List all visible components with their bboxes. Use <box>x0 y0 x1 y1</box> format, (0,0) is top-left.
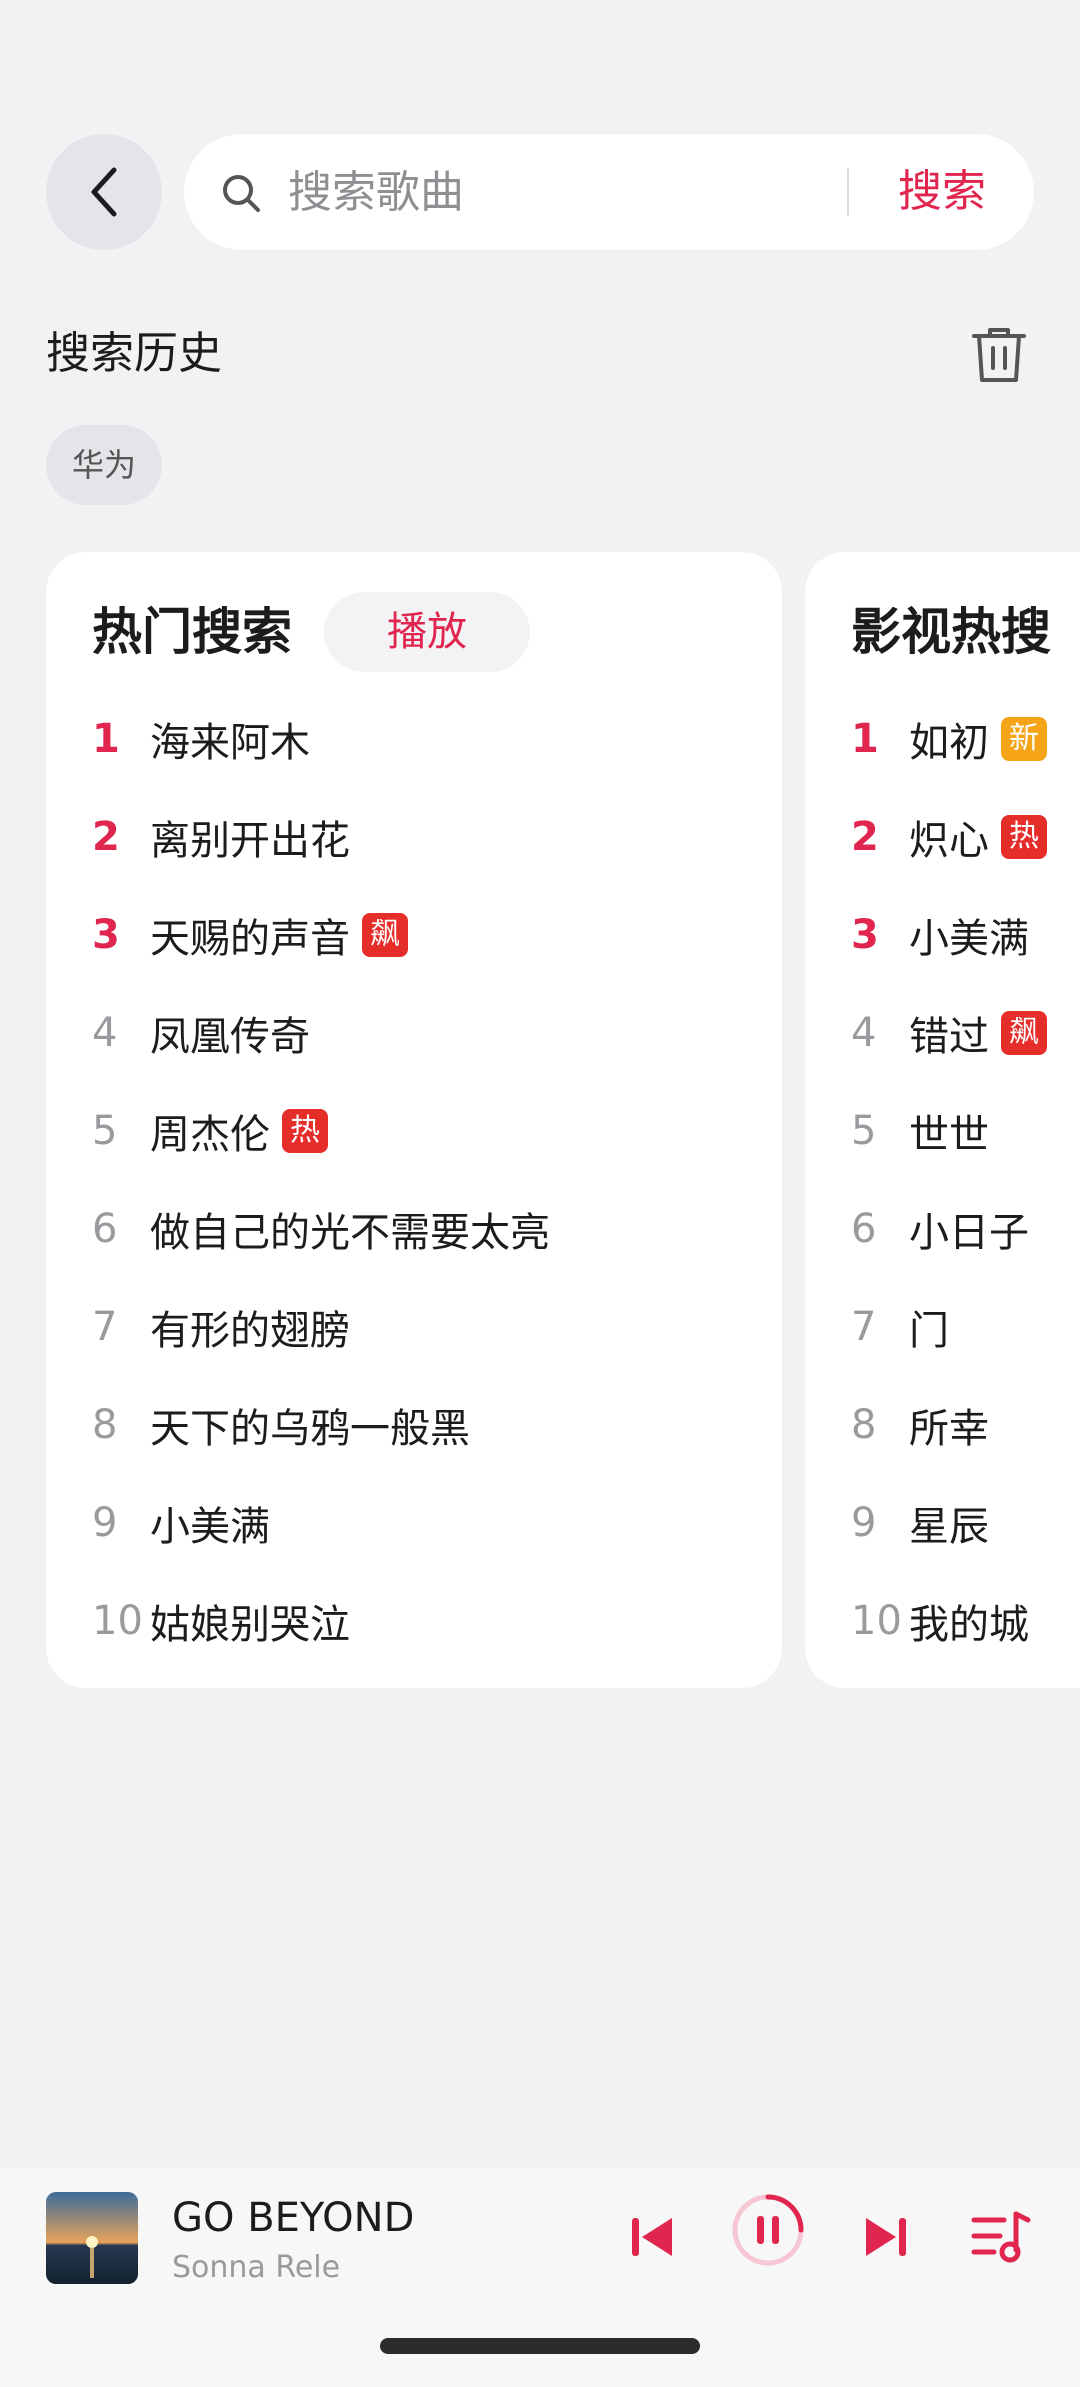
trend-badge: 热 <box>282 1109 328 1153</box>
mini-player[interactable]: GO BEYOND Sonna Rele <box>0 2168 1080 2387</box>
hot-search-row[interactable]: 7 有形的翅膀 <box>92 1278 350 1376</box>
pause-icon[interactable] <box>730 2192 806 2268</box>
song-artist: Sonna Rele <box>172 2250 341 2285</box>
hot-search-title: 天赐的声音 <box>150 916 350 962</box>
film-search-row[interactable]: 5 世世 <box>851 1082 989 1180</box>
film-search-row[interactable]: 6 小日子 <box>851 1180 1029 1278</box>
trend-badge: 新 <box>1001 717 1047 761</box>
hot-search-title: 离别开出花 <box>150 818 350 864</box>
film-search-title: 炽心 <box>909 818 989 864</box>
film-search-rank: 6 <box>851 1206 877 1252</box>
film-search-title: 错过 <box>909 1014 989 1060</box>
hot-search-rank: 5 <box>92 1108 118 1154</box>
hot-search-title: 有形的翅膀 <box>150 1308 350 1354</box>
hot-search-row[interactable]: 2 离别开出花 <box>92 788 350 886</box>
hot-search-row[interactable]: 1 海来阿木 <box>92 690 310 788</box>
search-icon <box>223 175 260 212</box>
trend-badge: 飙 <box>1001 1011 1047 1055</box>
hot-search-rank: 9 <box>92 1500 118 1546</box>
film-search-rank: 1 <box>851 716 879 762</box>
hot-search-title: 天下的乌鸦一般黑 <box>150 1406 470 1452</box>
chevron-left-icon <box>91 167 117 217</box>
film-search-title: 门 <box>909 1308 949 1354</box>
film-search-title: 所幸 <box>909 1406 989 1452</box>
film-search-title: 我的城 <box>909 1602 1029 1648</box>
film-search-rank: 10 <box>851 1598 902 1644</box>
hot-search-row[interactable]: 9 小美满 <box>92 1474 270 1572</box>
hot-search-title: 海来阿木 <box>150 720 310 766</box>
film-search-title: 影视热搜 <box>851 603 1051 661</box>
search-bar: 搜索 <box>184 134 1034 250</box>
hot-search-rank: 8 <box>92 1402 118 1448</box>
hot-search-title: 姑娘别哭泣 <box>150 1602 350 1648</box>
trend-badge: 热 <box>1001 815 1047 859</box>
search-page: 搜索 搜索历史 华为 热门搜索 播放 影视热搜 1 海来阿木 2 离别开出花 3 天赐的声… <box>0 0 1080 2387</box>
hot-search-row[interactable]: 4 凤凰传奇 <box>92 984 310 1082</box>
playlist-icon[interactable] <box>970 2208 1032 2266</box>
film-search-rank: 7 <box>851 1304 877 1350</box>
film-search-title: 星辰 <box>909 1504 989 1550</box>
film-search-row[interactable]: 3 小美满 <box>851 886 1029 984</box>
film-search-row[interactable]: 7门 <box>851 1278 949 1376</box>
film-search-rank: 3 <box>851 912 879 958</box>
hot-search-row[interactable]: 5 周杰伦热 <box>92 1082 328 1180</box>
hot-search-row[interactable]: 8 天下的乌鸦一般黑 <box>92 1376 470 1474</box>
home-indicator[interactable] <box>380 2338 700 2354</box>
song-title: GO BEYOND <box>172 2195 415 2241</box>
film-search-row[interactable]: 4 错过飙 <box>851 984 1047 1082</box>
film-search-title: 小日子 <box>909 1210 1029 1256</box>
hot-search-row[interactable]: 6 做自己的光不需要太亮 <box>92 1180 550 1278</box>
film-search-title: 世世 <box>909 1112 989 1158</box>
film-search-title: 如初 <box>909 720 989 766</box>
hot-search-row[interactable]: 3 天赐的声音飙 <box>92 886 408 984</box>
hot-search-title: 小美满 <box>150 1504 270 1550</box>
film-search-rank: 2 <box>851 814 879 860</box>
hot-search-rank: 10 <box>92 1598 143 1644</box>
search-divider <box>847 168 849 216</box>
hot-search-title: 凤凰传奇 <box>150 1014 310 1060</box>
film-search-row[interactable]: 2 炽心热 <box>851 788 1047 886</box>
hot-search-rank: 1 <box>92 716 120 762</box>
skip-previous-icon[interactable] <box>628 2212 678 2262</box>
hot-search-title: 做自己的光不需要太亮 <box>150 1210 550 1256</box>
back-button[interactable] <box>46 134 162 250</box>
film-search-row[interactable]: 8 所幸 <box>851 1376 989 1474</box>
film-search-rank: 5 <box>851 1108 877 1154</box>
hot-search-rank: 7 <box>92 1304 118 1350</box>
hot-search-rank: 3 <box>92 912 120 958</box>
trash-icon[interactable] <box>966 322 1032 388</box>
film-search-rank: 9 <box>851 1500 877 1546</box>
hot-search-title: 热门搜索 <box>92 603 292 661</box>
film-search-row[interactable]: 10 我的城 <box>851 1572 1029 1670</box>
history-chip[interactable]: 华为 <box>46 425 163 505</box>
search-submit-button[interactable]: 搜索 <box>872 162 1012 222</box>
hot-search-title: 周杰伦 <box>150 1112 270 1158</box>
film-search-rank: 4 <box>851 1010 877 1056</box>
trend-badge: 飙 <box>362 913 408 957</box>
hot-search-rank: 2 <box>92 814 120 860</box>
hot-search-row[interactable]: 10 姑娘别哭泣 <box>92 1572 350 1670</box>
film-search-rank: 8 <box>851 1402 877 1448</box>
hot-search-rank: 4 <box>92 1010 118 1056</box>
film-search-row[interactable]: 1 如初新 <box>851 690 1047 788</box>
skip-next-icon[interactable] <box>860 2212 910 2262</box>
film-search-title: 小美满 <box>909 916 1029 962</box>
album-cover[interactable] <box>46 2192 138 2284</box>
play-all-button[interactable]: 播放 <box>324 592 530 672</box>
search-input[interactable] <box>288 160 828 224</box>
history-title: 搜索历史 <box>46 328 222 379</box>
film-search-row[interactable]: 9 星辰 <box>851 1474 989 1572</box>
hot-search-rank: 6 <box>92 1206 118 1252</box>
